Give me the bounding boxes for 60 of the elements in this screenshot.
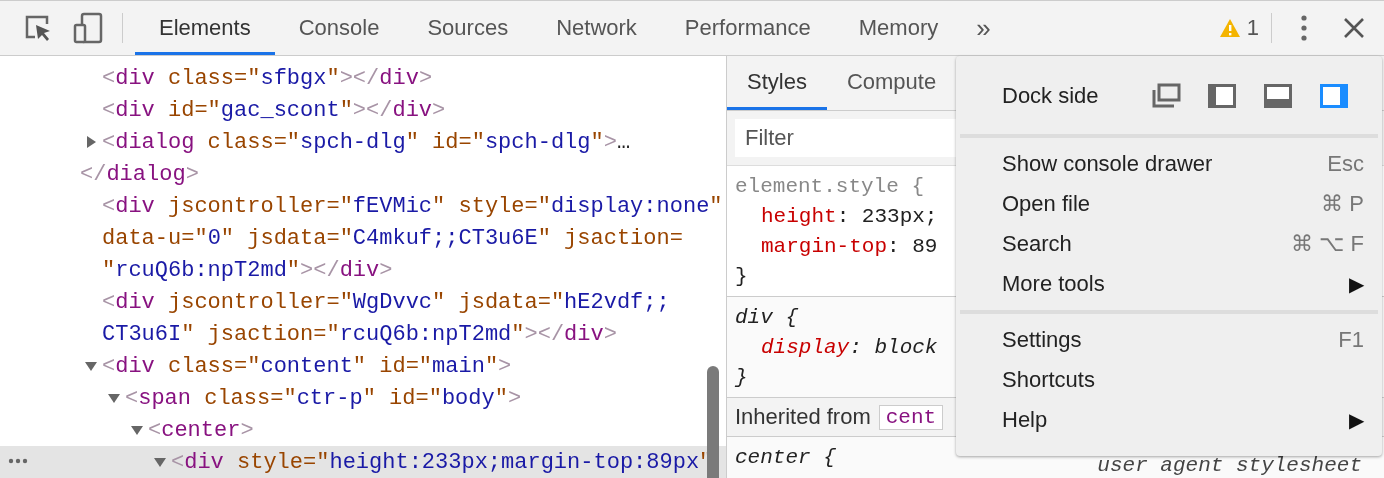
- menu-item[interactable]: Help ▶: [956, 400, 1382, 440]
- rule-selector: element.style {: [735, 174, 925, 200]
- tree-row[interactable]: <center>: [0, 414, 726, 446]
- code-line: data-u="0" jsdata="C4mkuf;;CT3u6E" jsaction=: [102, 225, 683, 251]
- panel-tab[interactable]: Memory: [834, 1, 963, 55]
- code-line: "rcuQ6b:npT2md"></div>: [102, 257, 393, 283]
- code-line: <div id="gac_scont"></div>: [102, 97, 446, 123]
- code-line: <center>: [148, 417, 254, 443]
- collapse-arrow-icon[interactable]: [130, 423, 144, 437]
- menu-item[interactable]: Shortcuts: [956, 360, 1382, 400]
- rule-brace: }: [735, 264, 748, 290]
- warning-icon: [1218, 18, 1241, 38]
- expand-arrow-icon[interactable]: [84, 135, 98, 149]
- css-declaration: height: 233px;: [760, 204, 938, 230]
- code-line: <span class="ctr-p" id="body">: [125, 385, 522, 411]
- tree-row[interactable]: <div id="gac_scont"></div>: [0, 94, 726, 126]
- tree-row[interactable]: <dialog class="spch-dlg" id="spch-dlg">…: [0, 126, 726, 158]
- tree-row[interactable]: <div jscontroller="fEVMic" style="display:none": [0, 190, 726, 222]
- more-tabs-button[interactable]: »: [966, 12, 1001, 44]
- collapse-arrow-icon[interactable]: [107, 391, 121, 405]
- menu-item[interactable]: Show console drawer Esc: [956, 144, 1382, 184]
- dock-left-icon[interactable]: [1206, 82, 1238, 110]
- code-line: <div class="sfbgx"></div>: [102, 65, 433, 91]
- menu-item[interactable]: Settings F1: [956, 320, 1382, 360]
- dock-right-icon[interactable]: [1318, 82, 1350, 110]
- panel-tab[interactable]: Console: [274, 1, 404, 55]
- tree-row[interactable]: <div class="sfbgx"></div>: [0, 62, 726, 94]
- css-declaration: margin-top: 89: [760, 234, 938, 260]
- tree-row[interactable]: <span class="ctr-p" id="body">: [0, 382, 726, 414]
- code-line: <div jscontroller="fEVMic" style="display:none": [102, 193, 723, 219]
- code-line: <dialog class="spch-dlg" id="spch-dlg">…: [102, 129, 631, 155]
- code-line: <div class="content" id="main">: [102, 353, 512, 379]
- inherited-label: Inherited from: [735, 404, 871, 430]
- dock-side-label: Dock side: [1002, 83, 1100, 109]
- menu-item[interactable]: Open file ⌘ P: [956, 184, 1382, 224]
- rule-origin: user agent stylesheet: [1097, 453, 1362, 478]
- menu-item[interactable]: Search ⌘ ⌥ F: [956, 224, 1382, 264]
- dock-undock-icon[interactable]: [1150, 82, 1182, 110]
- collapse-arrow-icon[interactable]: [153, 455, 167, 469]
- rule-brace: }: [735, 365, 748, 391]
- css-declaration: display: block: [760, 335, 938, 361]
- scrollbar-thumb[interactable]: [707, 366, 719, 478]
- menu-item[interactable]: More tools ▶: [956, 264, 1382, 304]
- rule-selector: center {: [735, 445, 836, 471]
- code-line: <div jscontroller="WgDvvc" jsdata="hE2vdf;;: [102, 289, 670, 315]
- panel-tab[interactable]: Sources: [403, 1, 533, 55]
- rule-selector: div {: [735, 305, 798, 331]
- code-line: CT3u6I" jsaction="rcuQ6b:npT2md"></div>: [102, 321, 617, 347]
- dock-bottom-icon[interactable]: [1262, 82, 1294, 110]
- code-line: </dialog>: [80, 161, 199, 187]
- more-icon[interactable]: [8, 458, 28, 464]
- panel-tab[interactable]: Elements: [135, 1, 275, 55]
- tree-row[interactable]: <div class="content" id="main">: [0, 350, 726, 382]
- collapse-arrow-icon[interactable]: [84, 359, 98, 373]
- sidebar-tab[interactable]: Compute: [826, 56, 957, 110]
- element-link[interactable]: cent: [878, 404, 944, 430]
- tree-row[interactable]: <div jscontroller="WgDvvc" jsdata="hE2vdf;;: [0, 286, 726, 318]
- panel-tab[interactable]: Network: [532, 1, 661, 55]
- warnings-button[interactable]: 1: [1210, 15, 1267, 41]
- panel-tab[interactable]: Performance: [660, 1, 835, 55]
